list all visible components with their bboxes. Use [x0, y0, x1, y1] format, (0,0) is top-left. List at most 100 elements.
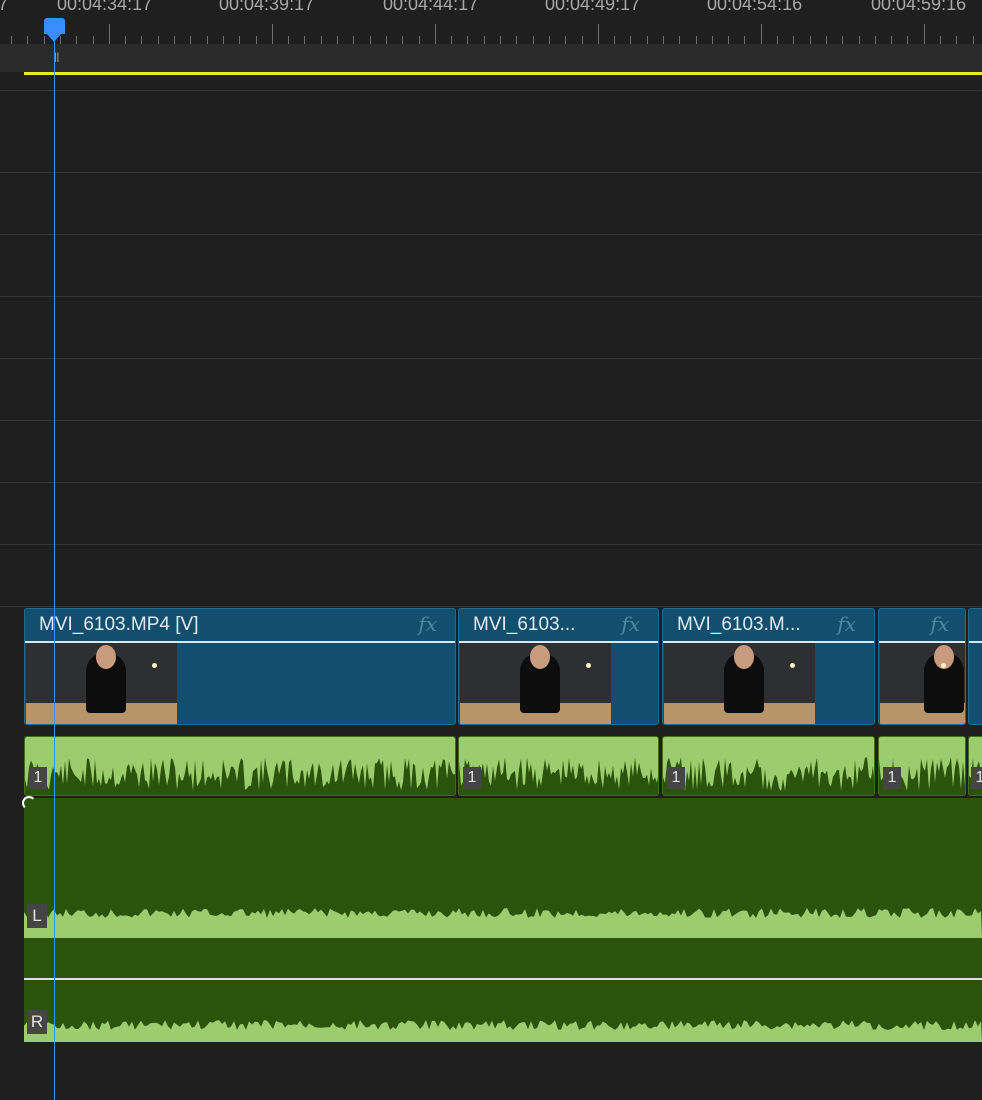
ruler-tick [76, 36, 77, 44]
ruler-tick [27, 36, 28, 44]
track-separator [0, 172, 982, 173]
timecode-fragment: 7 [0, 0, 9, 14]
ruler-tick [402, 36, 403, 44]
ruler-tick [353, 36, 354, 44]
track-separator [0, 296, 982, 297]
left-channel-label: L [27, 904, 47, 928]
ruler-tick [565, 36, 566, 44]
ruler-tick [940, 36, 941, 44]
ruler-tick [761, 24, 762, 44]
ruler-tick [451, 36, 452, 44]
ruler-tick [826, 36, 827, 44]
ruler-tick [11, 36, 12, 44]
left-channel-waveform [24, 908, 982, 938]
ruler-tick [924, 24, 925, 44]
ruler-tick [386, 36, 387, 44]
ruler-tick [696, 36, 697, 44]
video-clip[interactable]: MVI_6103.MP4 [V] fx [24, 608, 456, 725]
ruler-tick [223, 36, 224, 44]
clip-header: MVI_6103... fx [459, 609, 658, 643]
ruler-tick [256, 36, 257, 44]
ruler-tick [598, 24, 599, 44]
right-channel-waveform [24, 1020, 982, 1042]
audio-clip[interactable]: 1 [878, 736, 966, 796]
ruler-tick [663, 36, 664, 44]
ruler-tick [484, 36, 485, 44]
ruler-tick [288, 36, 289, 44]
time-ruler[interactable]: 7 00:04:34:17 00:04:39:17 00:04:44:17 00… [0, 0, 982, 44]
clip-header: MVI_6103.MP4 [V] fx [25, 609, 455, 643]
video-clip[interactable]: MVI_6103.M... fx [662, 608, 875, 725]
playhead-line[interactable] [54, 28, 55, 1100]
ruler-tick [190, 36, 191, 44]
clip-thumbnail [880, 643, 965, 724]
ruler-tick [956, 36, 957, 44]
ruler-tick [647, 36, 648, 44]
channel-label: 1 [667, 767, 685, 789]
ruler-tick [728, 36, 729, 44]
timecode-label: 00:04:34:17 [57, 0, 153, 14]
audio-waveform [25, 737, 455, 791]
fx-badge-icon[interactable]: fx [621, 612, 640, 636]
ruler-tick [744, 36, 745, 44]
ruler-tick [174, 36, 175, 44]
channel-label: 1 [883, 767, 901, 789]
ruler-tick [370, 36, 371, 44]
ruler-tick [859, 36, 860, 44]
ruler-tick [549, 36, 550, 44]
ruler-tick [842, 36, 843, 44]
track-separator [0, 90, 982, 91]
video-clip[interactable]: MVI_6103... fx [458, 608, 659, 725]
timecode-label: 00:04:39:17 [219, 0, 315, 14]
ruler-tick [907, 36, 908, 44]
video-clip[interactable]: fx [878, 608, 966, 725]
clip-name: MVI_6103... [473, 614, 576, 635]
ruler-tick [141, 36, 142, 44]
ruler-tick [158, 36, 159, 44]
track-separator [0, 234, 982, 235]
keyframe-icon[interactable] [22, 796, 36, 810]
ruler-tick [272, 24, 273, 44]
ruler-tick [467, 36, 468, 44]
timecode-label: 00:04:44:17 [383, 0, 479, 14]
timecode-label: 00:04:59:16 [871, 0, 967, 14]
fx-badge-icon[interactable]: fx [930, 612, 949, 636]
clip-thumbnail [664, 643, 815, 724]
audio-waveform [459, 737, 658, 790]
ruler-tick [614, 36, 615, 44]
clip-header: fx [879, 609, 965, 643]
channel-divider [24, 978, 982, 980]
ruler-tick [875, 36, 876, 44]
fx-badge-icon[interactable]: fx [837, 612, 856, 636]
channel-label: 1 [971, 767, 982, 789]
playhead-icon[interactable] [44, 18, 65, 42]
ruler-tick [337, 36, 338, 44]
ruler-tick [44, 36, 45, 44]
audio-clip[interactable]: 1 [662, 736, 875, 796]
audio-clip[interactable]: 1 [458, 736, 659, 796]
track-separator [0, 358, 982, 359]
work-area-bar[interactable] [0, 44, 982, 72]
clip-thumbnail [460, 643, 611, 724]
clip-header: MVI_6103.M... fx [663, 609, 874, 643]
track-separator [0, 482, 982, 483]
timecode-label: 00:04:54:16 [707, 0, 803, 14]
fx-badge-icon[interactable]: fx [418, 612, 437, 636]
track-separator [0, 544, 982, 545]
ruler-tick [419, 36, 420, 44]
ruler-tick [582, 36, 583, 44]
work-area-range[interactable] [24, 72, 982, 75]
ruler-tick [109, 24, 110, 44]
timecode-label: 00:04:49:17 [545, 0, 641, 14]
track-separator [0, 606, 982, 607]
audio-clip[interactable]: 1 [24, 736, 456, 796]
right-channel-label: R [27, 1010, 47, 1034]
ruler-tick [304, 36, 305, 44]
audio-clip[interactable]: 1 [968, 736, 982, 796]
ruler-tick [793, 36, 794, 44]
ruler-tick [500, 36, 501, 44]
video-clip[interactable] [968, 608, 982, 725]
ruler-tick [630, 36, 631, 44]
ruler-tick [712, 36, 713, 44]
expanded-audio-track[interactable]: L R [24, 798, 982, 1042]
